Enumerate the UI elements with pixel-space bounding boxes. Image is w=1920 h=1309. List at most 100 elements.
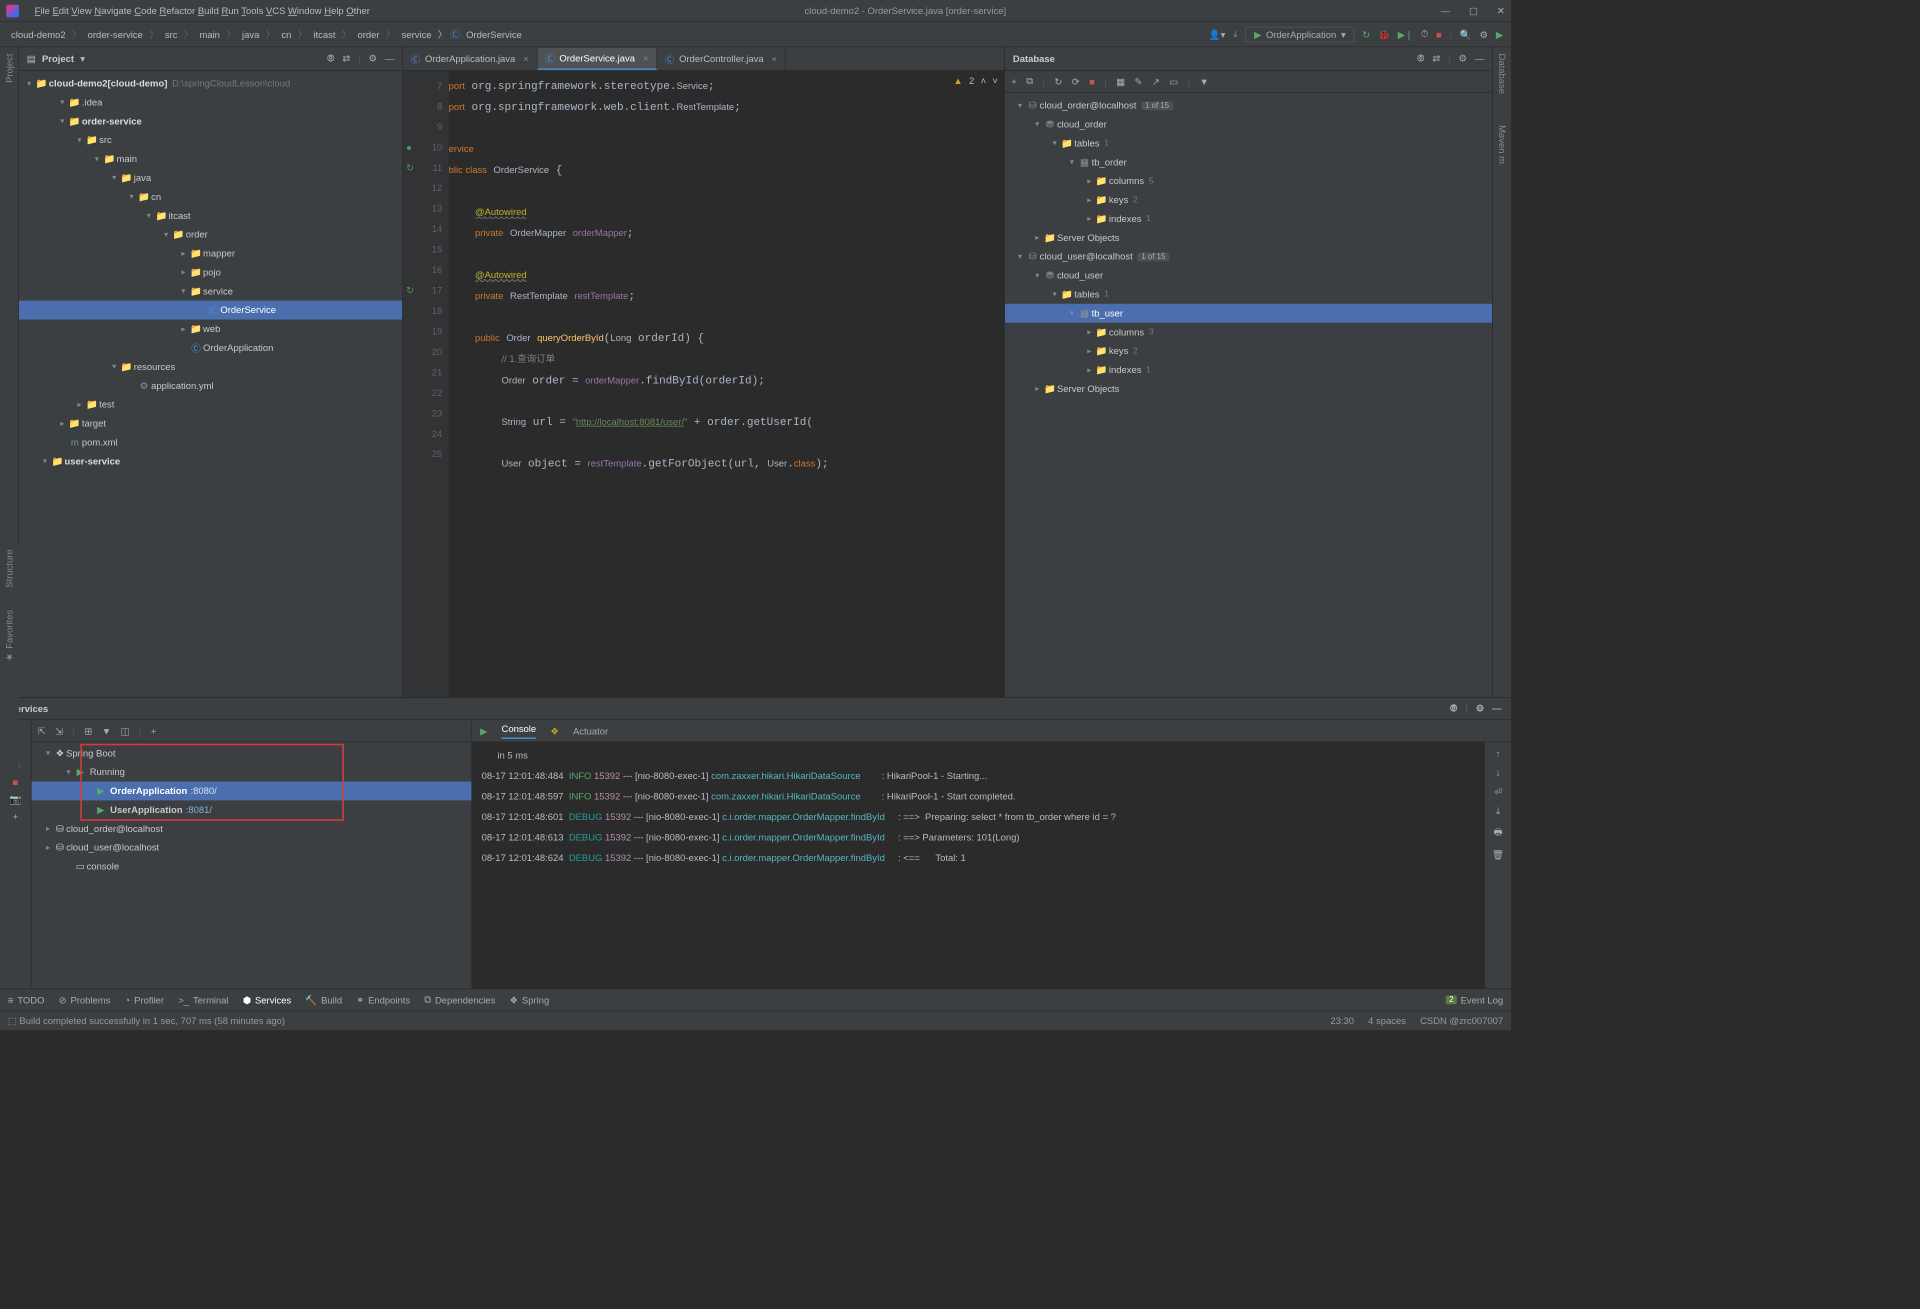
db-tree-item[interactable]: ▾📁tables1 bbox=[1005, 134, 1492, 153]
tree-item[interactable]: ▾📁main bbox=[19, 150, 402, 169]
tree-item[interactable]: ▸📁web bbox=[19, 320, 402, 339]
favorites-tool-button[interactable]: ★ Favorites bbox=[4, 610, 15, 662]
editor-tab[interactable]: ⒸOrderController.java× bbox=[657, 48, 786, 70]
search-icon[interactable]: 🔍 bbox=[1460, 29, 1472, 40]
tree-item[interactable]: ⒸOrderApplication bbox=[19, 338, 402, 357]
sync-icon[interactable]: ⟳ bbox=[1072, 76, 1080, 87]
db-tree-item[interactable]: ▸📁Server Objects bbox=[1005, 228, 1492, 247]
user-icon[interactable]: 👤▾ bbox=[1209, 29, 1226, 40]
tree-item[interactable]: mpom.xml bbox=[19, 433, 402, 452]
structure-tool-button[interactable]: Structure bbox=[4, 549, 15, 587]
down-icon[interactable]: ↓ bbox=[1496, 767, 1501, 778]
tree-item[interactable]: ▾📁user-service bbox=[19, 452, 402, 471]
filter-icon[interactable]: ▼ bbox=[1200, 76, 1209, 87]
maximize-icon[interactable]: ▢ bbox=[1469, 5, 1478, 16]
tree-item[interactable]: ▾📁src bbox=[19, 131, 402, 150]
tree-item[interactable]: ▾📁order-service bbox=[19, 112, 402, 131]
menu-other[interactable]: Other bbox=[346, 5, 370, 16]
db-tree-item[interactable]: ▾▦tb_order bbox=[1005, 153, 1492, 172]
minimize-icon[interactable]: — bbox=[1441, 5, 1450, 16]
tree-item[interactable]: ▾📁.idea bbox=[19, 93, 402, 112]
vcs-update-icon[interactable]: ⤓ bbox=[1233, 28, 1237, 40]
edit-icon[interactable]: ✎ bbox=[1135, 76, 1143, 87]
hide-icon[interactable]: — bbox=[385, 53, 394, 65]
profile-icon[interactable]: ⏱ bbox=[1421, 28, 1428, 40]
menu-edit[interactable]: Edit bbox=[52, 5, 68, 16]
tree-item[interactable]: ▸📁mapper bbox=[19, 244, 402, 263]
db-tree-item[interactable]: ▸📁keys2 bbox=[1005, 342, 1492, 361]
menu-window[interactable]: Window bbox=[288, 5, 322, 16]
database-tool-button[interactable]: Database bbox=[1496, 54, 1507, 94]
maven-tool-button[interactable]: Maven m bbox=[1496, 125, 1507, 164]
tree-item[interactable]: ▾📁order bbox=[19, 225, 402, 244]
bottom-tab-terminal[interactable]: >_Terminal bbox=[178, 994, 228, 1005]
expand-icon[interactable]: ⇄ bbox=[1432, 53, 1440, 65]
refresh-icon[interactable]: ↻ bbox=[1054, 76, 1062, 87]
db-tree-item[interactable]: ▾⛃cloud_user bbox=[1005, 266, 1492, 285]
db-tree-item[interactable]: ▸📁columns5 bbox=[1005, 172, 1492, 191]
services-tree[interactable]: ▾❖Spring Boot▾▶Running▶OrderApplication:… bbox=[31, 742, 471, 988]
bottom-tab-profiler[interactable]: ◔Profiler bbox=[125, 994, 165, 1005]
tree-item[interactable]: ▾📁cn bbox=[19, 187, 402, 206]
layout-icon[interactable]: ◫ bbox=[121, 725, 130, 736]
service-item[interactable]: ▾❖Spring Boot bbox=[31, 744, 471, 763]
close-tab-icon[interactable]: × bbox=[771, 54, 777, 65]
tree-item[interactable]: ⒸOrderService bbox=[19, 301, 402, 320]
gear-icon[interactable]: ⚙ bbox=[1458, 53, 1466, 65]
duplicate-icon[interactable]: ⧉ bbox=[1026, 76, 1033, 88]
hide-icon[interactable]: — bbox=[1492, 703, 1501, 715]
editor-tab[interactable]: ⒸOrderService.java× bbox=[537, 48, 657, 70]
project-tree[interactable]: ▾📁cloud-demo2 [cloud-demo]D:\springCloud… bbox=[19, 71, 402, 697]
db-tree-item[interactable]: ▾⛁cloud_order@localhost1 of 15 bbox=[1005, 96, 1492, 115]
project-tool-button[interactable]: Project bbox=[4, 54, 15, 83]
menu-file[interactable]: File bbox=[35, 5, 50, 16]
db-tree-item[interactable]: ▾⛃cloud_order bbox=[1005, 115, 1492, 134]
tree-item[interactable]: ▾📁resources bbox=[19, 357, 402, 376]
gear-icon[interactable]: ⚙ bbox=[1476, 703, 1484, 715]
locate-icon[interactable]: ⦾ bbox=[327, 53, 335, 65]
bottom-tab-build[interactable]: 🔨Build bbox=[305, 994, 342, 1005]
add-icon[interactable]: + bbox=[1011, 76, 1017, 87]
bottom-tab-problems[interactable]: ⊘Problems bbox=[59, 994, 111, 1005]
group-icon[interactable]: ⊞ bbox=[84, 725, 92, 736]
menu-refactor[interactable]: Refactor bbox=[160, 5, 196, 16]
console-output[interactable]: in 5 ms08-17 12:01:48:484 INFO 15392 ---… bbox=[472, 742, 1484, 988]
db-tree-item[interactable]: ▸📁columns3 bbox=[1005, 323, 1492, 342]
db-tree-item[interactable]: ▾📁tables1 bbox=[1005, 285, 1492, 304]
menu-navigate[interactable]: Navigate bbox=[94, 5, 131, 16]
run-anything-icon[interactable]: ▶ bbox=[1496, 29, 1503, 40]
clear-icon[interactable]: 🗑 bbox=[1492, 849, 1504, 860]
menu-code[interactable]: Code bbox=[134, 5, 157, 16]
locate-icon[interactable]: ⦾ bbox=[1417, 53, 1425, 65]
tree-item[interactable]: ▾📁service bbox=[19, 282, 402, 301]
service-item[interactable]: ▶OrderApplication:8080/ bbox=[31, 781, 471, 800]
tree-item[interactable]: ▸📁pojo bbox=[19, 263, 402, 282]
console-icon[interactable]: ▭ bbox=[1169, 76, 1178, 87]
db-tree-item[interactable]: ▾▦tb_user bbox=[1005, 304, 1492, 323]
menu-run[interactable]: Run bbox=[221, 5, 238, 16]
add-service-icon[interactable]: + bbox=[151, 725, 157, 736]
run-config-selector[interactable]: ▶OrderApplication▾ bbox=[1245, 26, 1354, 42]
close-tab-icon[interactable]: × bbox=[523, 54, 529, 65]
service-item[interactable]: ▭console bbox=[31, 857, 471, 876]
run-icon[interactable]: ↻ bbox=[1362, 29, 1370, 40]
locate-icon[interactable]: ⦾ bbox=[1450, 703, 1458, 715]
stop-icon[interactable]: ■ bbox=[1089, 76, 1095, 87]
tree-item[interactable]: ⚙application.yml bbox=[19, 376, 402, 395]
settings-icon[interactable]: ⚙ bbox=[1480, 29, 1488, 40]
db-tree-item[interactable]: ▸📁indexes1 bbox=[1005, 209, 1492, 228]
stop-icon[interactable]: ■ bbox=[12, 777, 18, 788]
breadcrumb[interactable]: cloud-demo2〉order-service〉src〉main〉java〉… bbox=[8, 27, 525, 41]
inspection-status[interactable]: ▲2˄˅ bbox=[953, 76, 998, 87]
database-tree[interactable]: ▾⛁cloud_order@localhost1 of 15▾⛃cloud_or… bbox=[1005, 93, 1492, 697]
filter-icon[interactable]: ▼ bbox=[102, 725, 111, 736]
menu-help[interactable]: Help bbox=[324, 5, 343, 16]
service-item[interactable]: ▾▶Running bbox=[31, 763, 471, 782]
indent-info[interactable]: 4 spaces bbox=[1368, 1015, 1406, 1026]
jump-icon[interactable]: ↗ bbox=[1152, 76, 1160, 87]
gear-icon[interactable]: ⚙ bbox=[369, 53, 377, 65]
stop-icon[interactable]: ■ bbox=[1436, 29, 1442, 40]
db-tree-item[interactable]: ▸📁indexes1 bbox=[1005, 360, 1492, 379]
up-icon[interactable]: ↑ bbox=[1496, 748, 1501, 759]
event-log-button[interactable]: Event Log bbox=[1461, 994, 1504, 1005]
